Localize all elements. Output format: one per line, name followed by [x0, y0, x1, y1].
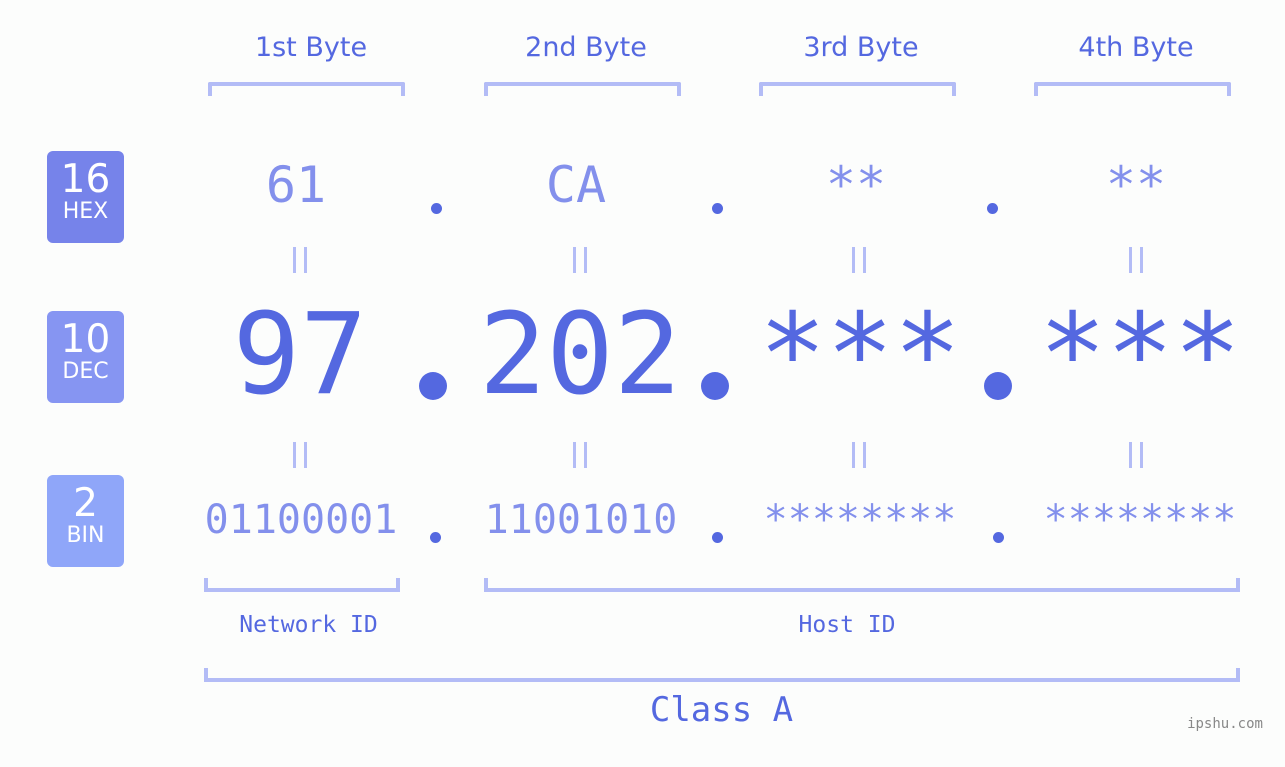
watermark: ipshu.com [1187, 716, 1263, 732]
equals-icon [573, 247, 587, 273]
hex-byte-4: ** [1105, 156, 1167, 214]
bin-separator-dot [712, 532, 723, 543]
hex-separator-dot [987, 203, 998, 214]
equals-icon [573, 442, 587, 468]
hex-byte-3: ** [825, 156, 887, 214]
dec-byte-4: *** [1038, 290, 1242, 420]
byte-bracket-4 [1034, 82, 1231, 96]
host-id-bracket [484, 578, 1240, 592]
dec-byte-3: *** [758, 290, 962, 420]
network-id-label: Network ID [239, 612, 378, 638]
bin-badge: 2 BIN [47, 475, 124, 567]
dec-separator-dot [984, 372, 1012, 400]
byte-header-1: 1st Byte [254, 32, 368, 63]
bin-byte-2: 11001010 [484, 497, 678, 543]
dec-separator-dot [701, 372, 729, 400]
byte-bracket-2 [484, 82, 681, 96]
dec-badge: 10 DEC [47, 311, 124, 403]
network-id-bracket [204, 578, 400, 592]
bin-byte-1: 01100001 [204, 497, 398, 543]
hex-byte-2: CA [545, 156, 607, 214]
dec-badge-base: 10 [60, 317, 111, 362]
byte-bracket-3 [759, 82, 956, 96]
equals-icon [293, 247, 307, 273]
byte-header-3: 3rd Byte [803, 32, 919, 63]
hex-byte-1: 61 [265, 156, 327, 214]
equals-icon [852, 247, 866, 273]
byte-header-4: 4th Byte [1078, 32, 1194, 63]
bin-separator-dot [430, 532, 441, 543]
dec-byte-1: 97 [232, 290, 368, 420]
hex-badge: 16 HEX [47, 151, 124, 243]
bin-badge-base: 2 [73, 481, 98, 526]
bin-badge-label: BIN [66, 523, 105, 548]
dec-byte-2: 202 [478, 290, 682, 420]
hex-separator-dot [712, 203, 723, 214]
equals-icon [293, 442, 307, 468]
byte-bracket-1 [208, 82, 405, 96]
bin-byte-4: ******** [1043, 497, 1237, 543]
dec-badge-label: DEC [62, 359, 109, 384]
hex-separator-dot [431, 203, 442, 214]
dec-separator-dot [419, 372, 447, 400]
hex-badge-base: 16 [60, 157, 111, 202]
hex-badge-label: HEX [62, 199, 109, 224]
equals-icon [852, 442, 866, 468]
host-id-label: Host ID [798, 612, 896, 638]
class-label: Class A [649, 690, 794, 730]
equals-icon [1129, 247, 1143, 273]
equals-icon [1129, 442, 1143, 468]
class-bracket [204, 668, 1240, 682]
bin-separator-dot [993, 532, 1004, 543]
bin-byte-3: ******** [763, 497, 957, 543]
byte-header-2: 2nd Byte [525, 32, 647, 63]
